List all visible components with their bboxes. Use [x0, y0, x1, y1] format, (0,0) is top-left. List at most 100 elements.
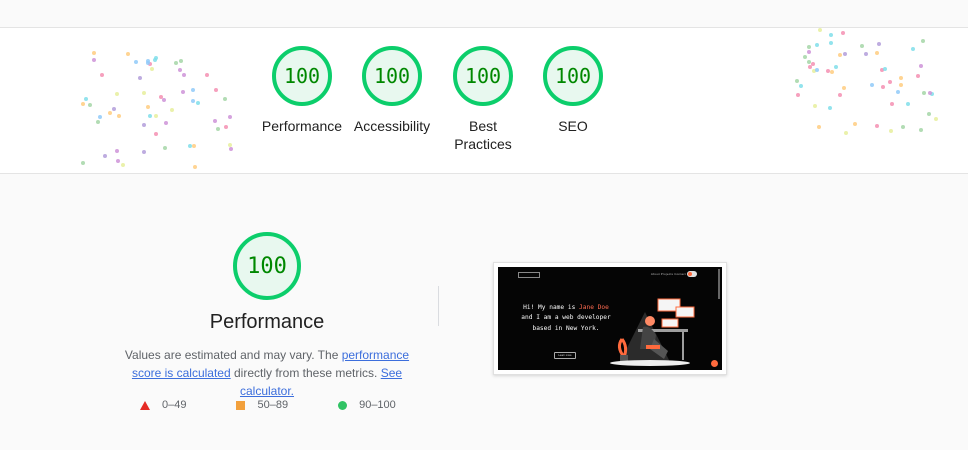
- confetti-dot: [100, 73, 104, 77]
- gauge-label: Accessibility: [353, 118, 431, 134]
- triangle-icon: [140, 400, 150, 410]
- gauge-label: Best Practices: [454, 118, 512, 152]
- top-band: [0, 0, 968, 28]
- confetti-dot: [877, 42, 881, 46]
- confetti-dot: [830, 70, 834, 74]
- confetti-dot: [841, 31, 845, 35]
- confetti-dot: [134, 60, 138, 64]
- confetti-dot: [828, 106, 832, 110]
- score-gauge-performance[interactable]: 100 Performance: [254, 46, 350, 135]
- confetti-dot: [826, 69, 830, 73]
- performance-section: 100 Performance Values are estimated and…: [0, 174, 968, 450]
- confetti-dot: [838, 53, 842, 57]
- confetti-dot: [829, 33, 833, 37]
- confetti-dot: [881, 85, 885, 89]
- confetti-dot: [164, 121, 168, 125]
- confetti-dot: [803, 55, 807, 59]
- gauge-label: SEO: [558, 118, 588, 134]
- gauge-ring: 100: [362, 46, 422, 106]
- confetti-dot: [142, 91, 146, 95]
- score-gauge-seo[interactable]: 100 SEO: [525, 46, 621, 135]
- confetti-dot: [146, 59, 150, 63]
- performance-title: Performance: [209, 311, 325, 333]
- confetti-dot: [889, 129, 893, 133]
- confetti-dot: [815, 68, 819, 72]
- confetti-dot: [178, 68, 182, 72]
- section-divider: [438, 286, 439, 326]
- legend-range: 90–100: [359, 399, 396, 411]
- confetti-dot: [150, 67, 154, 71]
- performance-score: 100: [247, 253, 287, 279]
- confetti-dot: [103, 154, 107, 158]
- confetti-dot: [163, 146, 167, 150]
- circle-icon: [338, 400, 348, 410]
- confetti-dot: [84, 97, 88, 101]
- gauge-ring: 100: [543, 46, 603, 106]
- confetti-dot: [223, 97, 227, 101]
- gauge-score: 100: [464, 64, 502, 88]
- confetti-dot: [174, 61, 178, 65]
- square-icon: [236, 400, 246, 410]
- confetti-dot: [81, 102, 85, 106]
- confetti-dot: [154, 132, 158, 136]
- confetti-dot: [875, 51, 879, 55]
- scroll-top-icon: [711, 360, 718, 367]
- confetti-dot: [116, 159, 120, 163]
- confetti-dot: [117, 114, 121, 118]
- confetti-dot: [92, 51, 96, 55]
- confetti-dot: [875, 124, 879, 128]
- confetti-dot: [115, 92, 119, 96]
- confetti-dot: [799, 84, 803, 88]
- gauge-score: 100: [554, 64, 592, 88]
- legend-range: 0–49: [162, 399, 187, 411]
- score-gauge-best-practices[interactable]: 100 Best Practices: [435, 46, 531, 153]
- confetti-dot: [188, 144, 192, 148]
- confetti-dot: [844, 131, 848, 135]
- confetti-dot: [81, 161, 85, 165]
- confetti-dot: [92, 58, 96, 62]
- performance-description: Values are estimated and may vary. The p…: [112, 346, 422, 400]
- site-nav: About Projects Contact: [650, 272, 686, 276]
- confetti-dot: [98, 115, 102, 119]
- gauge-ring: 100: [453, 46, 513, 106]
- confetti-dot: [224, 125, 228, 129]
- description-text: Values are estimated and may vary. The: [124, 348, 342, 362]
- confetti-dot: [193, 165, 197, 169]
- confetti-dot: [888, 80, 892, 84]
- confetti-dot: [229, 147, 233, 151]
- scores-summary: 100 Performance 100 Accessibility 100 Be…: [0, 28, 968, 197]
- confetti-dot: [911, 47, 915, 51]
- confetti-dot: [108, 111, 112, 115]
- confetti-dot: [934, 117, 938, 121]
- confetti-dot: [112, 107, 116, 111]
- confetti-dot: [883, 67, 887, 71]
- confetti-dot: [138, 76, 142, 80]
- screenshot-image: About Projects Contact Hi! My name is Ja…: [498, 267, 722, 370]
- confetti-dot: [192, 144, 196, 148]
- confetti-dot: [870, 83, 874, 87]
- confetti-dot: [191, 99, 195, 103]
- gauge-score: 100: [373, 64, 411, 88]
- confetti-dot: [96, 120, 100, 124]
- confetti-dot: [142, 150, 146, 154]
- score-gauge-accessibility[interactable]: 100 Accessibility: [344, 46, 440, 135]
- confetti-dot: [88, 103, 92, 107]
- confetti-dot: [899, 83, 903, 87]
- confetti-dot: [921, 39, 925, 43]
- confetti-dot: [896, 90, 900, 94]
- confetti-dot: [121, 163, 125, 167]
- confetti-dot: [213, 119, 217, 123]
- confetti-dot: [228, 115, 232, 119]
- confetti-dot: [927, 112, 931, 116]
- confetti-dot: [838, 93, 842, 97]
- confetti-dot: [170, 108, 174, 112]
- confetti-dot: [153, 58, 157, 62]
- legend-fail: 0–49: [140, 399, 186, 411]
- confetti-dot: [807, 45, 811, 49]
- confetti-dot: [795, 79, 799, 83]
- confetti-dot: [919, 64, 923, 68]
- confetti-dot: [148, 114, 152, 118]
- confetti-dot: [205, 73, 209, 77]
- final-screenshot[interactable]: About Projects Contact Hi! My name is Ja…: [493, 262, 727, 375]
- confetti-dot: [146, 105, 150, 109]
